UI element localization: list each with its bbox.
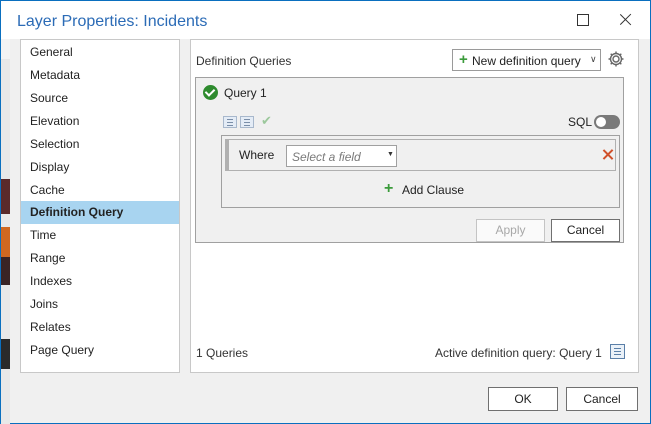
active-query-label: Active definition query: Query 1 <box>435 346 602 360</box>
gear-icon[interactable] <box>607 50 625 68</box>
nav-item-joins[interactable]: Joins <box>21 293 179 316</box>
dropdown-arrow-icon: ▼ <box>387 151 394 158</box>
maximize-icon[interactable] <box>575 11 593 29</box>
new-definition-query-label: New definition query <box>472 54 581 68</box>
nav-item-cache[interactable]: Cache <box>21 179 179 202</box>
nav-item-general[interactable]: General <box>21 41 179 64</box>
nav-item-indexes[interactable]: Indexes <box>21 270 179 293</box>
title-bar: Layer Properties: Incidents <box>1 1 650 39</box>
verify-check-icon[interactable]: ✔ <box>261 113 272 129</box>
nav-item-metadata[interactable]: Metadata <box>21 64 179 87</box>
clause-row: Where Select a field ▼ <box>225 139 616 171</box>
field-select[interactable]: Select a field ▼ <box>286 145 397 167</box>
nav-item-selection[interactable]: Selection <box>21 133 179 156</box>
cancel-query-button[interactable]: Cancel <box>551 219 620 242</box>
background-app-strip <box>1 39 10 424</box>
add-clause-label: Add Clause <box>402 183 465 197</box>
properties-nav: General Metadata Source Elevation Select… <box>20 39 180 373</box>
apply-button[interactable]: Apply <box>476 219 545 242</box>
layer-properties-dialog: Layer Properties: Incidents General Meta… <box>0 0 651 424</box>
where-label: Where <box>239 148 275 162</box>
outdent-icon[interactable] <box>223 116 237 128</box>
nav-item-elevation[interactable]: Elevation <box>21 110 179 133</box>
nav-item-range[interactable]: Range <box>21 247 179 270</box>
section-label: Definition Queries <box>196 54 292 68</box>
indent-icon[interactable] <box>240 116 254 128</box>
definition-query-panel: Definition Queries + New definition quer… <box>190 39 639 373</box>
query-name[interactable]: Query 1 <box>224 86 267 100</box>
plus-icon: + <box>459 51 468 68</box>
nav-item-page-query[interactable]: Page Query <box>21 339 179 362</box>
remove-clause-icon[interactable] <box>601 148 615 162</box>
chevron-down-icon[interactable]: ∨ <box>590 54 597 65</box>
nav-item-definition-query[interactable]: Definition Query <box>21 201 179 224</box>
query-count: 1 Queries <box>196 346 249 360</box>
new-definition-query-button[interactable]: + New definition query ∨ <box>452 49 601 71</box>
cancel-button[interactable]: Cancel <box>566 387 638 411</box>
query-list-icon[interactable] <box>610 344 625 359</box>
query-card: Query 1 ✔ SQL Where Select a field ▼ + A… <box>195 77 624 243</box>
nav-item-display[interactable]: Display <box>21 156 179 179</box>
nav-item-time[interactable]: Time <box>21 224 179 247</box>
nav-item-source[interactable]: Source <box>21 87 179 110</box>
nav-item-relates[interactable]: Relates <box>21 316 179 339</box>
check-circle-icon <box>203 85 218 100</box>
ok-button[interactable]: OK <box>488 387 558 411</box>
plus-icon: + <box>384 180 394 197</box>
sql-toggle[interactable] <box>594 115 620 129</box>
field-placeholder: Select a field <box>292 150 361 164</box>
sql-label: SQL <box>568 115 593 129</box>
clause-box: Where Select a field ▼ + Add Clause <box>221 135 620 208</box>
window-title: Layer Properties: Incidents <box>17 13 208 30</box>
close-icon[interactable] <box>617 11 635 29</box>
